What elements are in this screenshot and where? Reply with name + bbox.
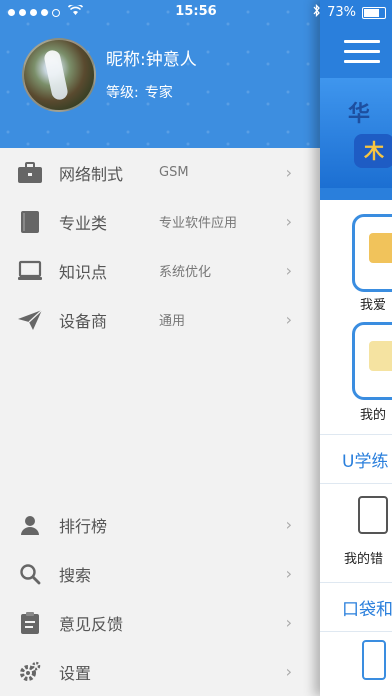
level-value: 专家 bbox=[144, 85, 173, 101]
drawer-menu: 网络制式 GSM › 专业类 专业软件应用 › 知识点 系统优化 › 设备商 通… bbox=[0, 148, 320, 344]
banner-badge: 木 bbox=[354, 134, 392, 168]
hamburger-menu-icon[interactable] bbox=[344, 40, 380, 70]
banner[interactable]: 华 木 bbox=[320, 78, 392, 188]
cell-label-2: 我的 bbox=[360, 408, 387, 423]
menu-label: 知识点 bbox=[59, 262, 108, 282]
section-title-1: U学练 bbox=[342, 452, 389, 472]
menu-item-feedback[interactable]: 意见反馈 › bbox=[0, 598, 320, 647]
menu-item-search[interactable]: 搜索 › bbox=[0, 549, 320, 598]
menu-value: 系统优化 bbox=[159, 265, 212, 280]
menu-item-vendor[interactable]: 设备商 通用 › bbox=[0, 295, 320, 344]
menu-value: 通用 bbox=[159, 314, 186, 329]
main-header: 华 木 bbox=[320, 0, 392, 200]
menu-item-network[interactable]: 网络制式 GSM › bbox=[0, 148, 320, 197]
phone-icon[interactable] bbox=[362, 640, 386, 680]
chevron-right-icon: › bbox=[285, 310, 292, 329]
section-header-1: U学练 bbox=[320, 434, 392, 484]
cell-label-1: 我爱 bbox=[360, 298, 387, 313]
menu-item-settings[interactable]: 设置 › bbox=[0, 647, 320, 696]
menu-label: 设备商 bbox=[59, 311, 108, 331]
level-label: 等级: bbox=[106, 85, 139, 101]
main-panel[interactable]: 华 木 我爱 我的 U学练 我的错 口袋和 bbox=[320, 0, 392, 696]
user-rank-icon bbox=[16, 513, 44, 537]
book-icon bbox=[16, 210, 44, 234]
briefcase-icon bbox=[16, 161, 44, 185]
nickname: 昵称:钟意人 bbox=[106, 50, 197, 70]
menu-item-knowledge[interactable]: 知识点 系统优化 › bbox=[0, 246, 320, 295]
menu-label: 设置 bbox=[59, 663, 92, 683]
error-note-icon[interactable] bbox=[358, 496, 388, 534]
section-title-2: 口袋和 bbox=[342, 600, 392, 620]
cell-label-3: 我的错 bbox=[344, 552, 384, 567]
avatar[interactable] bbox=[22, 38, 96, 112]
menu-label: 搜索 bbox=[59, 565, 92, 585]
battery-percent: 73% bbox=[327, 5, 356, 20]
chevron-right-icon: › bbox=[285, 564, 292, 583]
paper-plane-icon bbox=[16, 308, 44, 332]
gear-icon bbox=[16, 660, 44, 684]
laptop-icon bbox=[16, 259, 44, 283]
drawer-bottom-menu: 排行榜 › 搜索 › 意见反馈 › 设置 › bbox=[0, 500, 320, 696]
menu-label: 网络制式 bbox=[59, 164, 124, 184]
status-bar: 15:56 73% bbox=[0, 0, 392, 26]
search-icon bbox=[16, 562, 44, 586]
chevron-right-icon: › bbox=[285, 662, 292, 681]
menu-item-ranking[interactable]: 排行榜 › bbox=[0, 500, 320, 549]
section-header-2: 口袋和 bbox=[320, 582, 392, 632]
battery-icon bbox=[362, 6, 386, 19]
menu-label: 排行榜 bbox=[59, 516, 108, 536]
banner-title: 华 bbox=[348, 102, 371, 127]
level: 等级: 专家 bbox=[106, 82, 173, 102]
chevron-right-icon: › bbox=[285, 163, 292, 182]
chevron-right-icon: › bbox=[285, 613, 292, 632]
menu-label: 意见反馈 bbox=[59, 614, 124, 634]
chevron-right-icon: › bbox=[285, 515, 292, 534]
bluetooth-icon bbox=[313, 3, 321, 21]
app-icon-1[interactable] bbox=[352, 214, 392, 292]
menu-value: 专业软件应用 bbox=[159, 216, 238, 231]
menu-item-category[interactable]: 专业类 专业软件应用 › bbox=[0, 197, 320, 246]
clipboard-icon bbox=[16, 611, 44, 635]
chevron-right-icon: › bbox=[285, 212, 292, 231]
app-icon-2[interactable] bbox=[352, 322, 392, 400]
menu-label: 专业类 bbox=[59, 213, 108, 233]
chevron-right-icon: › bbox=[285, 261, 292, 280]
menu-value: GSM bbox=[159, 165, 189, 180]
